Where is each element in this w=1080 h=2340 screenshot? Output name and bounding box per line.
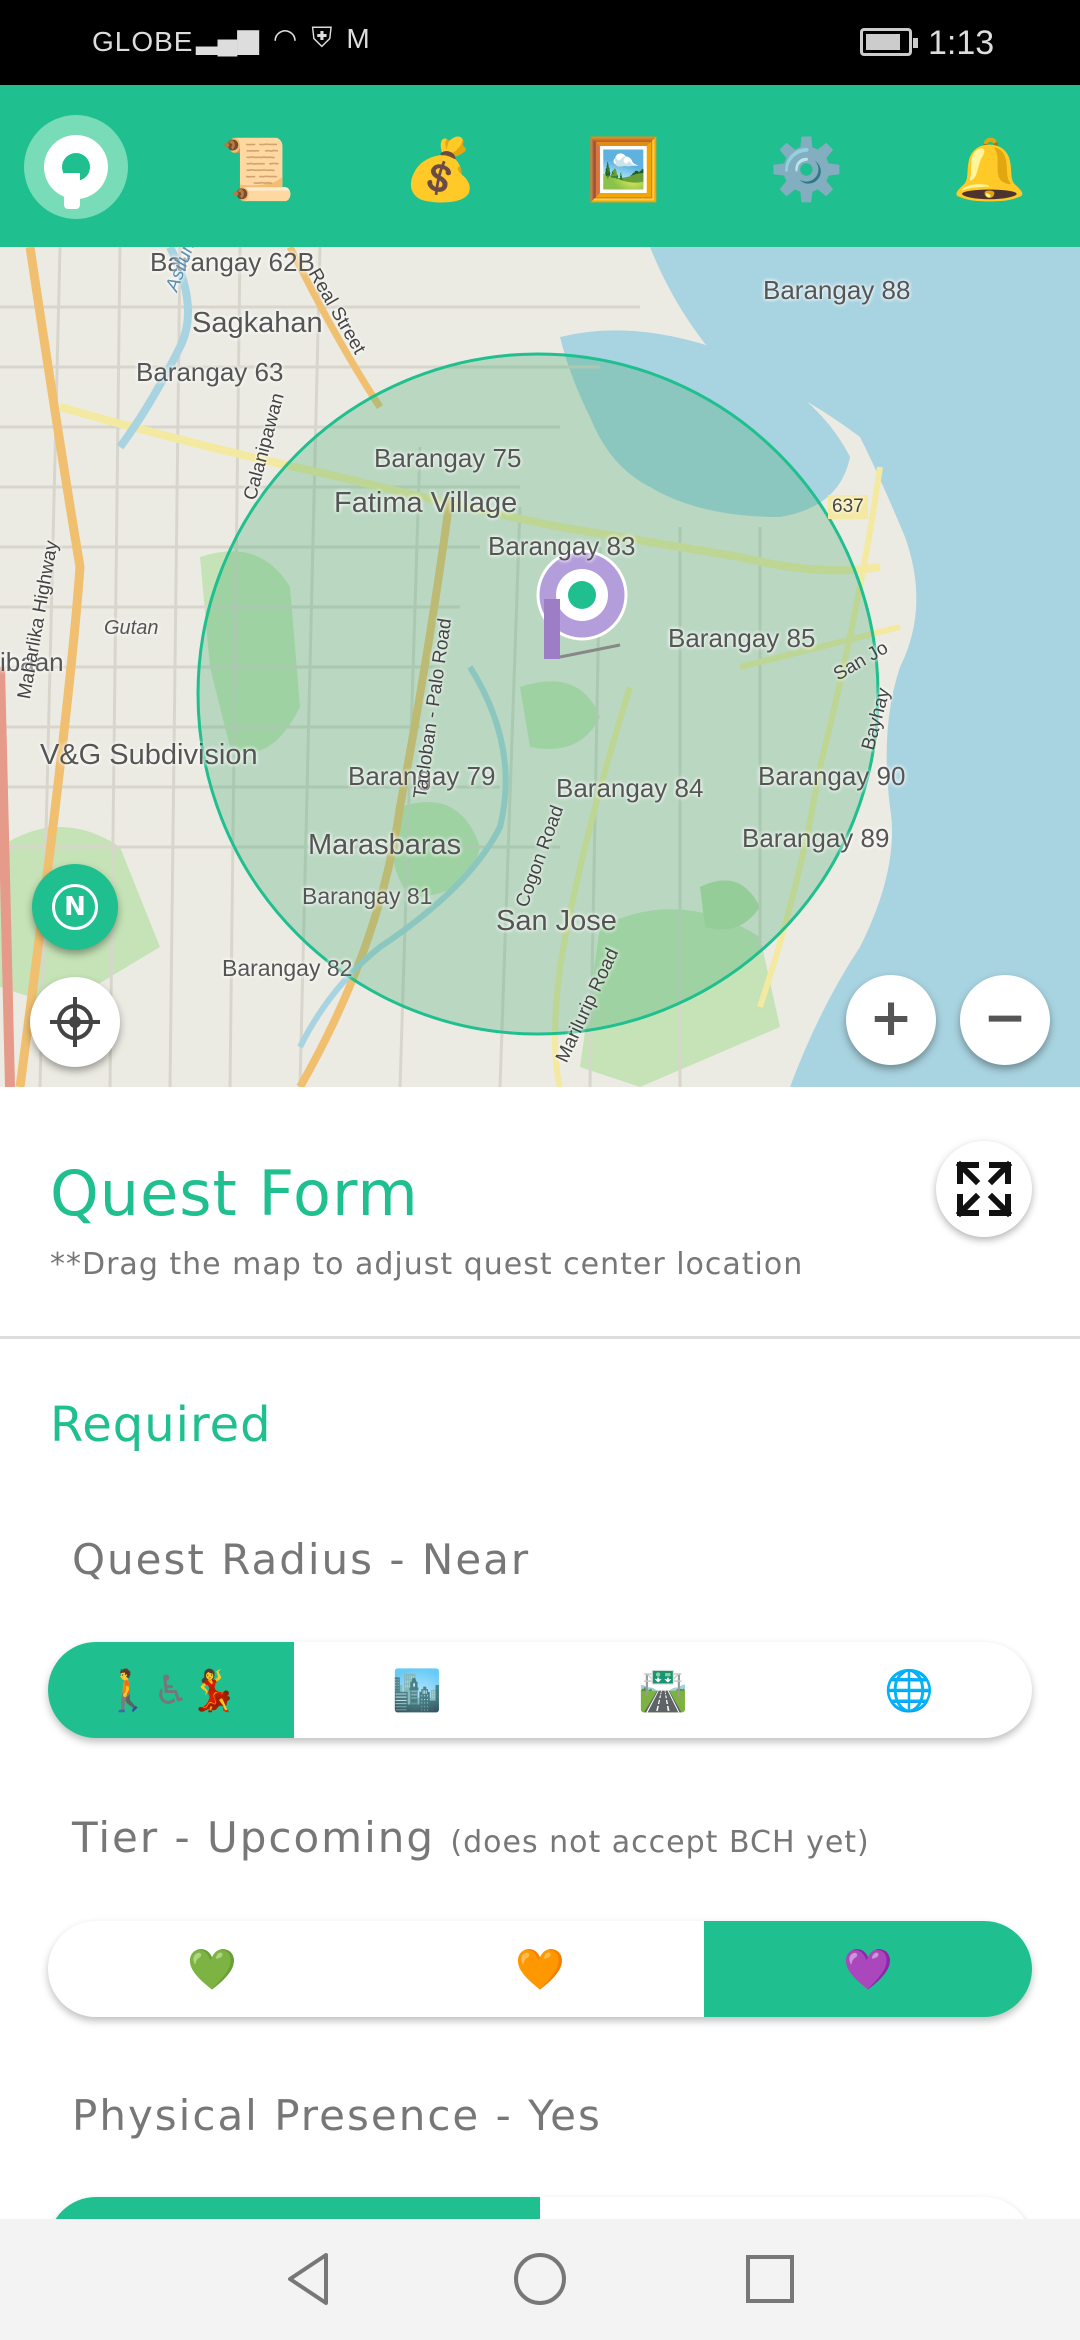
system-navigation-bar [0, 2219, 1080, 2340]
zoom-in-button[interactable]: + [846, 975, 936, 1065]
quest-radius-selector: 🚶♿💃 🏙️ 🛣️ 🌐 [48, 1642, 1032, 1738]
map-label-vg-subdivision: V&G Subdivision [40, 739, 258, 771]
map-label-barangay-89: Barangay 89 [742, 823, 890, 853]
tier-label: Tier - Upcoming (does not accept BCH yet… [72, 1813, 870, 1862]
my-location-button[interactable] [30, 977, 120, 1067]
map-label-barangay-75: Barangay 75 [374, 443, 522, 473]
presence-yes-option[interactable] [48, 2197, 540, 2219]
status-bar: GLOBE ▂▄▆ ◠ ⛨ M 1:13 [0, 0, 1080, 85]
tier-label-text: Tier - Upcoming [72, 1813, 436, 1862]
map-label-barangay-82: Barangay 82 [222, 955, 353, 981]
quest-map[interactable]: Barangay 62B Sagkahan Barangay 63 Barang… [0, 247, 1080, 1087]
map-label-gutan: Gutan [104, 617, 159, 639]
shield-icon: ⛨ [311, 22, 333, 53]
gallery-picture-icon[interactable]: 🖼️ [586, 135, 661, 205]
presence-no-option[interactable] [540, 2197, 1032, 2219]
back-icon[interactable] [280, 2249, 340, 2309]
expand-map-button[interactable] [936, 1141, 1032, 1237]
battery-icon [860, 28, 918, 56]
map-label-barangay-88: Barangay 88 [763, 275, 911, 305]
top-nav-bar: 📜 💰 🖼️ ⚙️ 🔔 [0, 85, 1080, 247]
recents-icon[interactable] [740, 2249, 800, 2309]
tier-note: (does not accept BCH yet) [450, 1825, 870, 1860]
expand-icon [955, 1160, 1013, 1218]
map-label-barangay-85: Barangay 85 [668, 623, 816, 653]
tier-green-option[interactable]: 💚 [48, 1921, 376, 2017]
radius-city-option[interactable]: 🏙️ [294, 1642, 540, 1738]
radius-near-option[interactable]: 🚶♿💃 [48, 1642, 294, 1738]
app-logo-icon[interactable] [24, 115, 128, 219]
settings-gear-icon[interactable]: ⚙️ [769, 135, 844, 205]
notifications-bell-icon[interactable]: 🔔 [952, 135, 1027, 205]
physical-presence-label: Physical Presence - Yes [72, 2091, 602, 2140]
tier-selector: 💚 🧡 💜 [48, 1921, 1032, 2017]
wifi-icon: ◠ [272, 23, 298, 54]
page-title: Quest Form [50, 1157, 419, 1230]
map-label-barangay-83: Barangay 83 [488, 531, 636, 561]
map-label-fatima-village: Fatima Village [334, 487, 518, 519]
map-label-san-jose: San Jose [496, 905, 617, 937]
map-label-barangay-84: Barangay 84 [556, 773, 704, 803]
map-label-barangay-63: Barangay 63 [136, 357, 284, 387]
compass-icon: N [52, 884, 98, 930]
carrier-label: GLOBE [92, 26, 194, 57]
physical-presence-selector [48, 2197, 1032, 2219]
zoom-out-button[interactable]: − [960, 975, 1050, 1065]
crosshair-icon [57, 1004, 93, 1040]
tier-purple-option[interactable]: 💜 [704, 1921, 1032, 2017]
gmail-icon: M [346, 22, 370, 54]
map-label-sagkahan: Sagkahan [192, 307, 323, 339]
form-hint: **Drag the map to adjust quest center lo… [50, 1247, 804, 1282]
section-required: Required [50, 1397, 272, 1453]
map-label-marasbaras: Marasbaras [308, 829, 462, 861]
tier-orange-option[interactable]: 🧡 [376, 1921, 704, 2017]
divider [0, 1336, 1080, 1339]
radius-global-option[interactable]: 🌐 [786, 1642, 1032, 1738]
map-label-route-637: 637 [828, 495, 868, 519]
quest-radius-label: Quest Radius - Near [72, 1535, 531, 1584]
clock: 1:13 [928, 24, 995, 62]
signal-icon: ▂▄▆ [196, 23, 259, 54]
money-bag-icon[interactable]: 💰 [403, 135, 478, 205]
quests-scroll-icon[interactable]: 📜 [220, 135, 295, 205]
quest-form: Quest Form **Drag the map to adjust ques… [0, 1087, 1080, 2219]
compass-north-button[interactable]: N [32, 864, 118, 950]
map-label-barangay-81: Barangay 81 [302, 883, 433, 909]
map-label-barangay-90: Barangay 90 [758, 761, 906, 791]
radius-highway-option[interactable]: 🛣️ [540, 1642, 786, 1738]
home-icon[interactable] [510, 2249, 570, 2309]
